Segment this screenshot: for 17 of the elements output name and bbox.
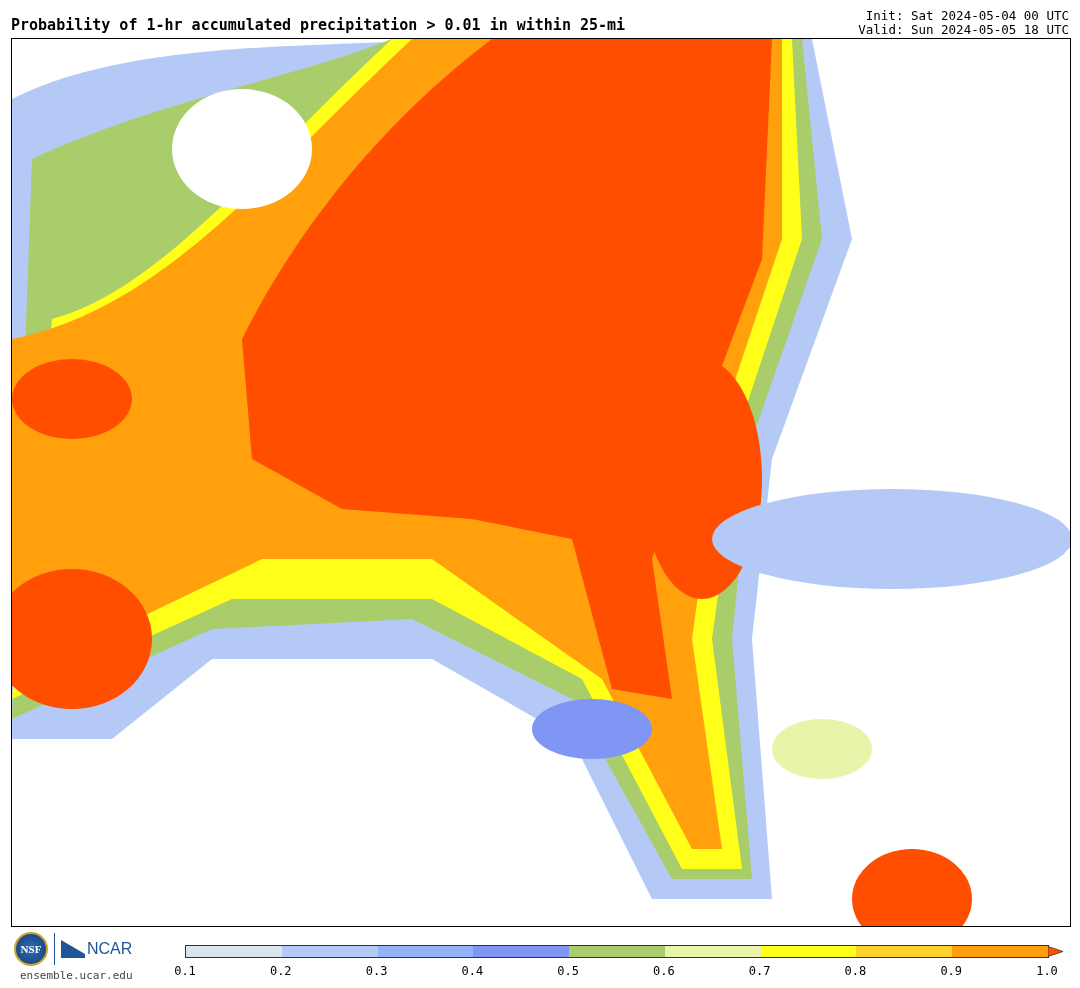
tick-label: 0.3 <box>365 964 388 978</box>
tick-label: 0.6 <box>653 964 675 978</box>
ncar-logo: NCAR <box>87 940 133 958</box>
valid-time: Valid: Sun 2024-05-05 18 UTC <box>858 23 1069 37</box>
tick-label: 1.0 <box>1036 964 1058 978</box>
chart-title: Probability of 1-hr accumulated precipitation > 0.01 in within 25-mi <box>11 16 626 36</box>
tick-label: 0.8 <box>844 964 867 978</box>
wave-icon <box>61 940 85 958</box>
nsf-logo: NSF <box>14 932 48 966</box>
tick-label: 0.1 <box>174 964 196 978</box>
site-address: ensemble.ucar.edu <box>20 969 134 982</box>
tick-label: 0.2 <box>269 964 292 978</box>
tick-label: 0.5 <box>557 964 579 978</box>
init-time: Init: Sat 2024-05-04 00 UTC <box>865 9 1069 23</box>
tick-label: 0.9 <box>940 964 963 978</box>
tick-label: 0.7 <box>748 964 771 978</box>
tick-label: 0.4 <box>461 964 484 978</box>
